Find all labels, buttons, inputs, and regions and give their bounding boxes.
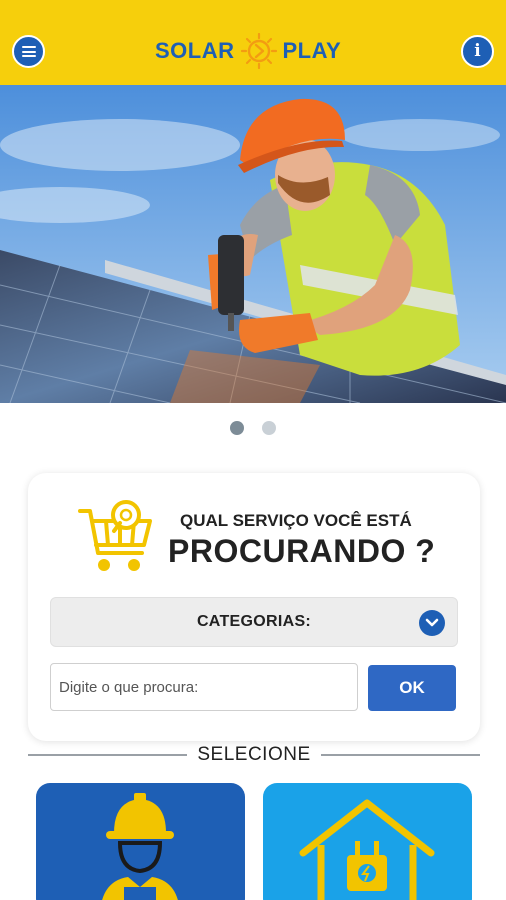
- carousel-dot-1[interactable]: [230, 421, 244, 435]
- service-search-card: QUAL SERVIÇO VOCÊ ESTÁ PROCURANDO ? CATE…: [28, 473, 480, 741]
- ok-button[interactable]: OK: [368, 665, 456, 711]
- divider-line-left: [28, 754, 188, 756]
- section-divider: SELECIONE: [28, 744, 481, 766]
- info-button[interactable]: i: [461, 35, 494, 68]
- logo-text-play: PLAY: [282, 37, 342, 63]
- hero-carousel-image[interactable]: [0, 85, 506, 403]
- search-heading-line2: PROCURANDO ?: [168, 533, 436, 569]
- category-select[interactable]: CATEGORIAS:: [50, 597, 458, 647]
- hamburger-menu-icon: [21, 46, 36, 57]
- logo-text-solar: SOLAR: [155, 37, 235, 63]
- tile-equipment[interactable]: [263, 783, 472, 900]
- sun-logo-icon: [240, 32, 277, 69]
- shopping-cart-search-icon: [78, 500, 152, 571]
- divider-line-right: [320, 754, 481, 756]
- carousel-dot-2[interactable]: [262, 421, 276, 435]
- house-plug-icon: [299, 799, 435, 900]
- app-header: SOLAR PLAY i: [0, 0, 506, 85]
- search-input[interactable]: [50, 663, 358, 711]
- chevron-down-icon: [419, 610, 445, 636]
- search-heading-line1: QUAL SERVIÇO VOCÊ ESTÁ: [180, 511, 412, 530]
- info-icon: i: [474, 41, 481, 61]
- app-logo: SOLAR PLAY: [155, 28, 341, 73]
- tile-installer[interactable]: [36, 783, 245, 900]
- solar-worker-illustration: [0, 85, 506, 403]
- worker-helmet-icon: [102, 793, 178, 900]
- section-title: SELECIONE: [197, 744, 311, 765]
- category-select-label: CATEGORIAS:: [196, 613, 312, 630]
- menu-button[interactable]: [12, 35, 45, 68]
- carousel-indicators: [0, 421, 506, 435]
